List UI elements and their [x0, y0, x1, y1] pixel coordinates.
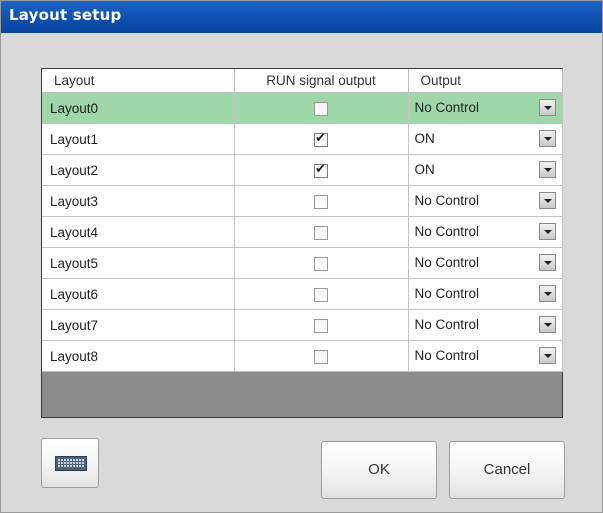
output-cell: No Control — [408, 185, 563, 217]
output-dropdown[interactable]: No Control — [409, 279, 562, 309]
chevron-down-icon[interactable] — [538, 285, 556, 302]
output-dropdown-value: No Control — [414, 224, 480, 239]
table-row[interactable]: Layout8 No Control — [42, 340, 563, 372]
dialog-title: Layout setup — [9, 6, 122, 24]
layout-name-cell[interactable]: Layout8 — [42, 340, 235, 372]
run-signal-cell — [234, 216, 409, 248]
run-signal-cell — [234, 247, 409, 279]
layout-table: Layout RUN signal output Output Layout0 N… — [42, 69, 563, 372]
output-cell: ON — [408, 123, 563, 155]
output-dropdown[interactable]: ON — [409, 124, 562, 154]
output-dropdown[interactable]: No Control — [409, 248, 562, 278]
run-signal-checkbox[interactable] — [314, 256, 328, 271]
run-signal-checkbox[interactable] — [314, 162, 328, 178]
output-dropdown-value: No Control — [414, 193, 480, 208]
layout-name-cell[interactable]: Layout4 — [42, 216, 235, 248]
output-cell: No Control — [408, 92, 563, 124]
layout-name-cell[interactable]: Layout5 — [42, 247, 235, 279]
table-row[interactable]: Layout0 No Control — [42, 92, 563, 124]
layout-name-cell[interactable]: Layout0 — [42, 92, 235, 124]
run-signal-checkbox[interactable] — [314, 101, 328, 116]
run-signal-cell — [234, 154, 409, 186]
layout-setup-dialog: Layout setup Layout RUN signal output Ou… — [0, 0, 603, 513]
output-dropdown[interactable]: No Control — [409, 310, 562, 340]
run-signal-checkbox[interactable] — [314, 131, 328, 147]
output-dropdown-value: No Control — [414, 286, 480, 301]
output-cell: No Control — [408, 340, 563, 372]
output-cell: ON — [408, 154, 563, 186]
layout-name-cell[interactable]: Layout3 — [42, 185, 235, 217]
output-dropdown[interactable]: No Control — [409, 341, 562, 371]
output-dropdown[interactable]: No Control — [409, 93, 562, 123]
run-signal-cell — [234, 278, 409, 310]
output-dropdown-value: No Control — [414, 317, 480, 332]
output-dropdown[interactable]: ON — [409, 155, 562, 185]
chevron-down-icon[interactable] — [538, 347, 556, 364]
output-cell: No Control — [408, 216, 563, 248]
table-row[interactable]: Layout3 No Control — [42, 185, 563, 217]
run-signal-checkbox[interactable] — [314, 225, 328, 240]
layout-name-cell[interactable]: Layout2 — [42, 154, 235, 186]
keyboard-button[interactable] — [41, 438, 99, 488]
run-signal-cell — [234, 340, 409, 372]
output-dropdown-value: ON — [414, 162, 435, 177]
ok-button[interactable]: OK — [321, 441, 437, 499]
output-cell: No Control — [408, 247, 563, 279]
column-header-output: Output — [408, 69, 563, 93]
run-signal-cell — [234, 123, 409, 155]
chevron-down-icon[interactable] — [538, 254, 556, 271]
table-row[interactable]: Layout2 ON — [42, 154, 563, 186]
table-row[interactable]: Layout4 No Control — [42, 216, 563, 248]
output-cell: No Control — [408, 309, 563, 341]
output-cell: No Control — [408, 278, 563, 310]
run-signal-cell — [234, 92, 409, 124]
chevron-down-icon[interactable] — [538, 130, 556, 147]
layout-name-cell[interactable]: Layout7 — [42, 309, 235, 341]
run-signal-cell — [234, 309, 409, 341]
run-signal-checkbox[interactable] — [314, 318, 328, 333]
run-signal-checkbox[interactable] — [314, 349, 328, 364]
output-dropdown[interactable]: No Control — [409, 186, 562, 216]
layout-grid: Layout RUN signal output Output Layout0 N… — [41, 68, 563, 418]
title-bar: Layout setup — [1, 1, 602, 33]
run-signal-checkbox[interactable] — [314, 287, 328, 302]
output-dropdown-value: No Control — [414, 348, 480, 363]
chevron-down-icon[interactable] — [538, 161, 556, 178]
table-header-row: Layout RUN signal output Output — [42, 69, 563, 93]
chevron-down-icon[interactable] — [538, 99, 556, 116]
output-dropdown-value: ON — [414, 131, 435, 146]
output-dropdown-value: No Control — [414, 100, 480, 115]
run-signal-checkbox[interactable] — [314, 194, 328, 209]
output-dropdown-value: No Control — [414, 255, 480, 270]
run-signal-cell — [234, 185, 409, 217]
layout-name-cell[interactable]: Layout1 — [42, 123, 235, 155]
chevron-down-icon[interactable] — [538, 223, 556, 240]
column-header-layout: Layout — [42, 69, 235, 93]
table-row[interactable]: Layout1 ON — [42, 123, 563, 155]
chevron-down-icon[interactable] — [538, 316, 556, 333]
column-header-run-signal-output: RUN signal output — [234, 69, 409, 93]
output-dropdown[interactable]: No Control — [409, 217, 562, 247]
layout-name-cell[interactable]: Layout6 — [42, 278, 235, 310]
chevron-down-icon[interactable] — [538, 192, 556, 209]
keyboard-icon — [55, 456, 87, 471]
table-row[interactable]: Layout7 No Control — [42, 309, 563, 341]
cancel-button[interactable]: Cancel — [449, 441, 565, 499]
table-row[interactable]: Layout5 No Control — [42, 247, 563, 279]
table-row[interactable]: Layout6 No Control — [42, 278, 563, 310]
